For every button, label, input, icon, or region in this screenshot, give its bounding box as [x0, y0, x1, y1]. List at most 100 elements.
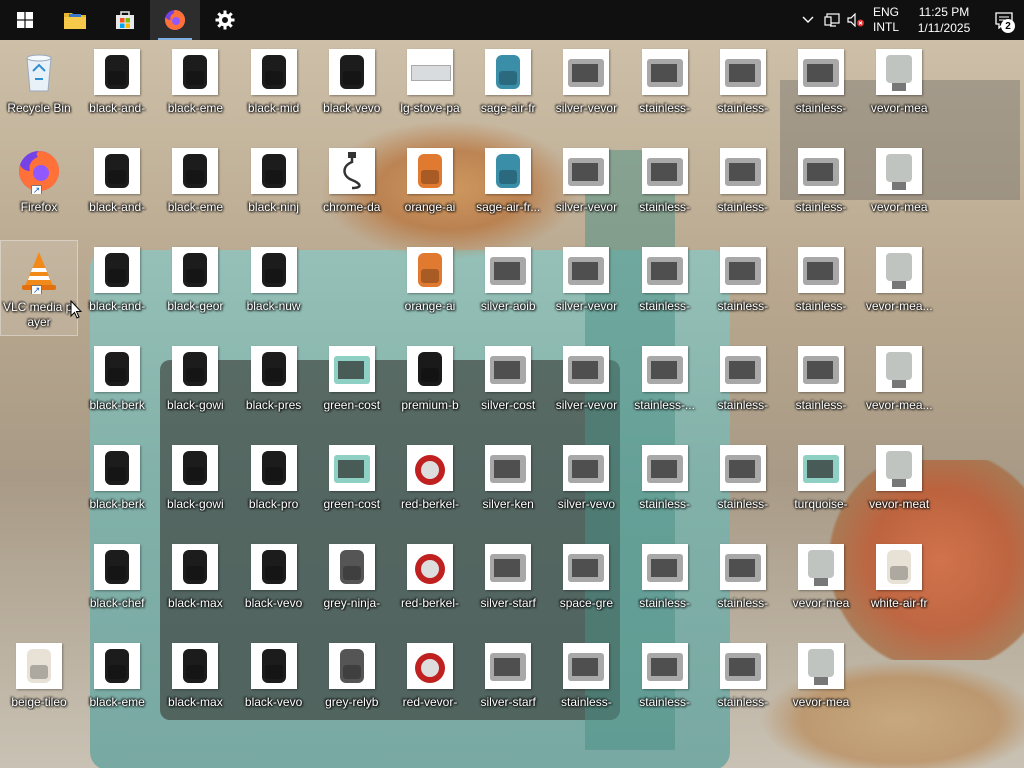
- desktop-icon-black-and[interactable]: black-and-: [78, 42, 156, 138]
- desktop-icon-premium-b[interactable]: premium-b: [391, 339, 469, 435]
- desktop-icon-silver-starf[interactable]: silver-starf: [469, 636, 547, 732]
- desktop-icon-black-and[interactable]: black-and-: [78, 141, 156, 237]
- desktop-icon-silver-starf[interactable]: silver-starf: [469, 537, 547, 633]
- desktop-icon-sage-air-fr[interactable]: sage-air-fr...: [469, 141, 547, 237]
- desktop-icon-black-ninj[interactable]: black-ninj: [235, 141, 313, 237]
- desktop-icon-label: vevor-mea...: [865, 398, 933, 412]
- desktop-icon-stainless[interactable]: stainless-: [782, 240, 860, 336]
- microsoft-store-button[interactable]: [100, 0, 150, 40]
- desktop-icon-turquoise[interactable]: turquoise-: [782, 438, 860, 534]
- desktop-icon-green-cost[interactable]: green-cost: [313, 438, 391, 534]
- desktop-icon-stainless[interactable]: stainless-: [626, 636, 704, 732]
- desktop-icon-firefox[interactable]: ↗ Firefox: [0, 141, 78, 237]
- desktop-icon-stainless[interactable]: stainless-: [704, 141, 782, 237]
- clock-button[interactable]: 11:25 PM 1/11/2025: [904, 4, 984, 36]
- desktop-icon-stainless[interactable]: stainless-: [704, 438, 782, 534]
- desktop-icon-red-berkel[interactable]: red-berkel-: [391, 438, 469, 534]
- desktop-icon-stainless[interactable]: stainless-: [626, 240, 704, 336]
- desktop-icon-black-eme[interactable]: black-eme: [156, 42, 234, 138]
- desktop-icon-stainless[interactable]: stainless-: [626, 141, 704, 237]
- firefox-taskbar-button[interactable]: [150, 0, 200, 40]
- desktop-icon-black-and[interactable]: black-and-: [78, 240, 156, 336]
- desktop-icon-black-mid[interactable]: black-mid: [235, 42, 313, 138]
- desktop-icon-stainless[interactable]: stainless-: [547, 636, 625, 732]
- desktop-icon-black-pres[interactable]: black-pres: [235, 339, 313, 435]
- desktop-icon-silver-cost[interactable]: silver-cost: [469, 339, 547, 435]
- desktop-icon-stainless[interactable]: stainless-...: [626, 339, 704, 435]
- desktop-icon-vevor-mea[interactable]: vevor-mea...: [860, 339, 938, 435]
- desktop-icon-silver-vevo[interactable]: silver-vevo: [547, 438, 625, 534]
- input-language-indicator[interactable]: ENG INTL: [868, 5, 904, 35]
- desktop-icon-silver-ken[interactable]: silver-ken: [469, 438, 547, 534]
- desktop-icon-space-gre[interactable]: space-gre: [547, 537, 625, 633]
- desktop-icon-beige-tileo[interactable]: beige-tileo: [0, 636, 78, 732]
- desktop-icon-stainless[interactable]: stainless-: [626, 537, 704, 633]
- desktop-icon-black-max[interactable]: black-max: [156, 537, 234, 633]
- desktop-icon-black-chef[interactable]: black-chef: [78, 537, 156, 633]
- desktop-icon-label: black-gowi: [167, 497, 224, 511]
- system-tray: ENG INTL 11:25 PM 1/11/2025 2: [796, 0, 1024, 40]
- desktop-icon-vevor-mea[interactable]: vevor-mea: [782, 537, 860, 633]
- desktop-icon-label: stainless-: [795, 398, 847, 412]
- desktop-icon-label: lg-stove-pa: [400, 101, 460, 115]
- desktop-icon-black-nuw[interactable]: black-nuw: [235, 240, 313, 336]
- desktop-icon-black-eme[interactable]: black-eme: [78, 636, 156, 732]
- volume-button[interactable]: [844, 0, 868, 40]
- start-button[interactable]: [0, 0, 50, 40]
- desktop-icon-stainless[interactable]: stainless-: [782, 141, 860, 237]
- desktop-icon-black-geor[interactable]: black-geor: [156, 240, 234, 336]
- image-file-icon: [719, 247, 766, 293]
- desktop-icon-black-vevo[interactable]: black-vevo: [313, 42, 391, 138]
- desktop-icon-black-berk[interactable]: black-berk: [78, 438, 156, 534]
- desktop-icon-stainless[interactable]: stainless-: [704, 42, 782, 138]
- desktop-icon-black-vevo[interactable]: black-vevo: [235, 636, 313, 732]
- desktop-icon-grey-relyb[interactable]: grey-relyb: [313, 636, 391, 732]
- desktop-icon-silver-vevor[interactable]: silver-vevor: [547, 42, 625, 138]
- desktop-icon-stainless[interactable]: stainless-: [704, 636, 782, 732]
- desktop-icon-vevor-mea[interactable]: vevor-mea: [782, 636, 860, 732]
- desktop-icon-stainless[interactable]: stainless-: [626, 42, 704, 138]
- desktop-icon-stainless[interactable]: stainless-: [782, 339, 860, 435]
- desktop-icon-black-gowi[interactable]: black-gowi: [156, 438, 234, 534]
- network-button[interactable]: [820, 0, 844, 40]
- desktop-icon-black-eme[interactable]: black-eme: [156, 141, 234, 237]
- desktop-icon-vevor-meat[interactable]: vevor-meat: [860, 438, 938, 534]
- desktop-icon-black-pro[interactable]: black-pro: [235, 438, 313, 534]
- desktop-icon-lg-stove-pa[interactable]: lg-stove-pa: [391, 42, 469, 138]
- desktop-icon-vlc-media-player[interactable]: ↗ VLC media player: [0, 240, 78, 336]
- desktop-icon-stainless[interactable]: stainless-: [626, 438, 704, 534]
- desktop-icon-black-berk[interactable]: black-berk: [78, 339, 156, 435]
- file-explorer-button[interactable]: [50, 0, 100, 40]
- show-hidden-icons-button[interactable]: [796, 0, 820, 40]
- desktop-icon-stainless[interactable]: stainless-: [704, 339, 782, 435]
- desktop-icon-orange-ai[interactable]: orange-ai: [391, 141, 469, 237]
- desktop-icon-orange-ai[interactable]: orange-ai: [391, 240, 469, 336]
- desktop-icon-black-vevo[interactable]: black-vevo: [235, 537, 313, 633]
- notification-center-button[interactable]: 2: [984, 0, 1024, 40]
- desktop-icon-label: stainless-: [717, 200, 769, 214]
- desktop-icon-grey-ninja[interactable]: grey-ninja-: [313, 537, 391, 633]
- desktop-icon-white-air-fr[interactable]: white-air-fr: [860, 537, 938, 633]
- image-file-icon: [563, 445, 610, 491]
- desktop-icon-silver-vevor[interactable]: silver-vevor: [547, 141, 625, 237]
- desktop-icon-black-max[interactable]: black-max: [156, 636, 234, 732]
- desktop-icon-chrome-da[interactable]: chrome-da: [313, 141, 391, 237]
- desktop-icon-red-berkel[interactable]: red-berkel-: [391, 537, 469, 633]
- desktop-icon-stainless[interactable]: stainless-: [704, 537, 782, 633]
- image-file-icon: [250, 643, 297, 689]
- desktop-icon-sage-air-fr[interactable]: sage-air-fr: [469, 42, 547, 138]
- desktop-icon-vevor-mea[interactable]: vevor-mea: [860, 42, 938, 138]
- desktop-icon-vevor-mea[interactable]: vevor-mea: [860, 141, 938, 237]
- desktop-icon-black-gowi[interactable]: black-gowi: [156, 339, 234, 435]
- desktop-icon-silver-vevor[interactable]: silver-vevor: [547, 339, 625, 435]
- desktop-icon-silver-aoib[interactable]: silver-aoib: [469, 240, 547, 336]
- desktop-icon-stainless[interactable]: stainless-: [704, 240, 782, 336]
- desktop-icon-recycle-bin[interactable]: Recycle Bin: [0, 42, 78, 138]
- desktop-icon-vevor-mea[interactable]: vevor-mea...: [860, 240, 938, 336]
- desktop-icon-silver-vevor[interactable]: silver-vevor: [547, 240, 625, 336]
- desktop-icon-green-cost[interactable]: green-cost: [313, 339, 391, 435]
- image-file-icon: [798, 445, 844, 491]
- settings-button[interactable]: [200, 0, 250, 40]
- desktop-icon-stainless[interactable]: stainless-: [782, 42, 860, 138]
- desktop-icon-red-vevor[interactable]: red-vevor-: [391, 636, 469, 732]
